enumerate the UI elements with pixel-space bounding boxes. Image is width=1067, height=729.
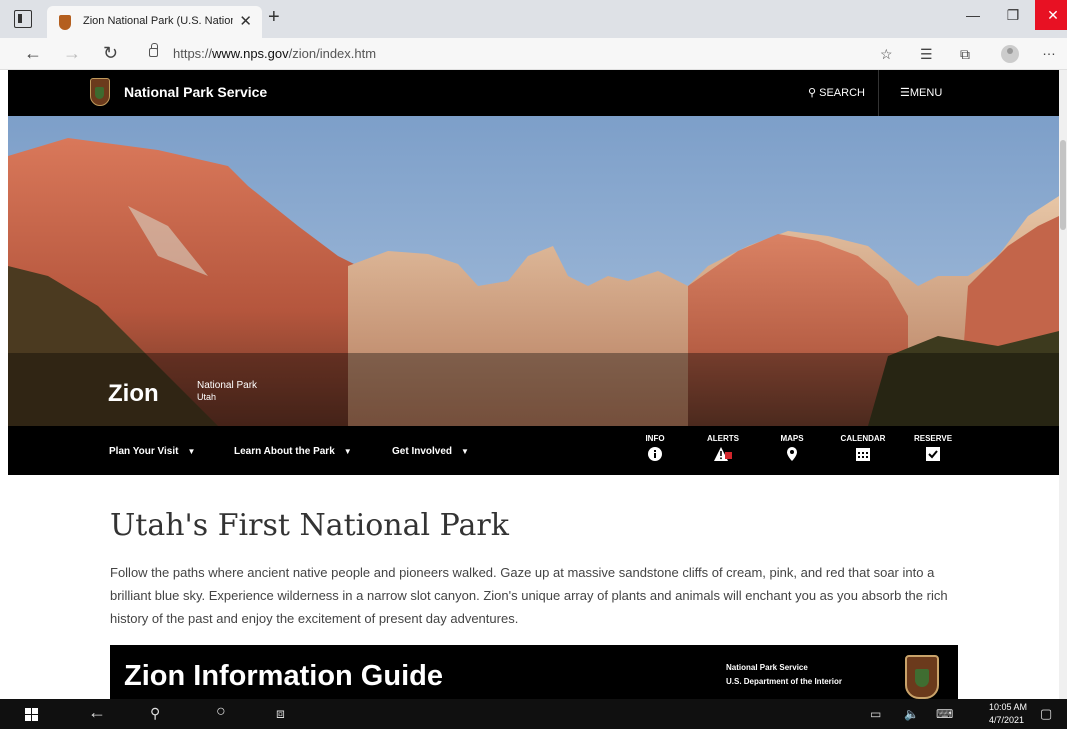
chevron-down-icon: ▼ <box>343 447 352 456</box>
nps-arrowhead-logo[interactable] <box>90 78 110 106</box>
keyboard-icon[interactable]: ⌨ <box>936 707 953 721</box>
tab-actions-icon[interactable] <box>14 10 32 28</box>
new-tab-button[interactable]: + <box>268 6 280 29</box>
hamburger-icon: ☰ <box>900 87 910 99</box>
window-close-button[interactable]: ✕ <box>1035 0 1067 30</box>
calendar-icon <box>856 448 870 461</box>
park-state: Utah <box>197 392 217 402</box>
task-view-icon[interactable]: ⧈ <box>276 705 285 722</box>
guide-department: U.S. Department of the Interior <box>726 677 843 686</box>
header-divider <box>878 70 879 116</box>
info-icon <box>648 447 662 461</box>
windows-start-icon[interactable] <box>25 708 39 721</box>
nps-arrowhead-logo <box>905 655 939 699</box>
notifications-icon[interactable]: ▢ <box>1040 706 1052 722</box>
favorites-icon[interactable]: ☰ <box>920 46 933 63</box>
chevron-down-icon: ▼ <box>187 447 196 456</box>
chevron-down-icon: ▼ <box>461 447 469 456</box>
minimize-button[interactable]: — <box>955 0 991 30</box>
back-arrow-icon[interactable]: ← <box>24 43 42 64</box>
quicklink-maps[interactable]: MAPS <box>762 434 822 466</box>
url-text[interactable]: https://www.nps.gov/zion/index.htm <box>173 46 376 61</box>
volume-icon[interactable]: 🔈 <box>904 707 919 721</box>
profile-avatar-icon[interactable] <box>1001 45 1019 63</box>
vertical-scrollbar[interactable] <box>1059 70 1067 699</box>
site-title[interactable]: National Park Service <box>124 84 267 100</box>
restore-button[interactable]: ❐ <box>995 0 1031 30</box>
refresh-icon[interactable]: ↻ <box>103 43 118 64</box>
park-designation: National Park <box>197 380 258 391</box>
park-navigation: Plan Your Visit ▼ Learn About the Park ▼ G… <box>8 426 1059 475</box>
page-title: Utah's First National Park <box>110 508 509 543</box>
network-icon[interactable]: ▭ <box>870 707 881 721</box>
tab-bar: Zion National Park (U.S. Nationa ✕ + — ❐… <box>0 0 1067 38</box>
quicklink-info[interactable]: INFO <box>625 434 685 466</box>
park-name: Zion <box>108 380 159 407</box>
nav-learn-about-the-park[interactable]: Learn About the Park ▼ <box>234 446 352 457</box>
windows-taskbar: ← ⚲ ○ ⧈ ▭ 🔈 ⌨ 10:05 AM 4/7/2021 ▢ <box>0 699 1067 729</box>
hero-title-band <box>8 353 1059 426</box>
collections-icon[interactable]: ⧉ <box>960 46 970 63</box>
info-guide-banner[interactable]: Zion Information Guide National Park Ser… <box>110 645 958 699</box>
intro-paragraph: Follow the paths where ancient native pe… <box>110 565 948 626</box>
more-options-icon[interactable]: … <box>1042 42 1056 58</box>
search-icon: ⚲ <box>808 87 817 99</box>
tab-close-icon[interactable]: ✕ <box>239 12 252 30</box>
browser-tab[interactable]: Zion National Park (U.S. Nationa ✕ <box>47 6 262 38</box>
nps-favicon-icon <box>59 15 71 30</box>
site-header: National Park Service ⚲ SEARCH ☰MENU <box>8 70 1059 116</box>
web-page: National Park Service ⚲ SEARCH ☰MENU Zio… <box>8 70 1059 699</box>
nav-plan-your-visit[interactable]: Plan Your Visit ▼ <box>109 446 195 457</box>
alert-icon <box>714 447 732 461</box>
clock-time[interactable]: 10:05 AM <box>989 702 1027 712</box>
search-icon[interactable]: ⚲ <box>150 705 160 722</box>
address-bar: ← → ↻ https://www.nps.gov/zion/index.htm… <box>0 38 1067 70</box>
scrollbar-thumb[interactable] <box>1060 140 1066 230</box>
nav-get-involved[interactable]: Get Involved ▼ <box>392 446 469 457</box>
quicklink-calendar[interactable]: CALENDAR <box>833 434 893 466</box>
guide-title: Zion Information Guide <box>124 660 443 692</box>
url-field[interactable]: https://www.nps.gov/zion/index.htm <box>140 41 880 67</box>
tab-title: Zion National Park (U.S. Nationa <box>83 15 233 27</box>
cortana-icon[interactable]: ○ <box>216 703 226 721</box>
search-button[interactable]: ⚲ SEARCH <box>808 86 865 99</box>
map-pin-icon <box>787 447 797 461</box>
guide-agency: National Park Service <box>726 663 808 672</box>
menu-button[interactable]: ☰MENU <box>900 86 942 99</box>
checkbox-icon <box>926 447 940 461</box>
lock-icon[interactable] <box>149 43 158 57</box>
clock-date[interactable]: 4/7/2021 <box>989 715 1024 725</box>
forward-arrow-icon[interactable]: → <box>63 43 81 64</box>
quicklink-reserve[interactable]: RESERVE <box>903 434 963 466</box>
hero-image: Zion National Park Utah <box>8 116 1059 426</box>
add-favorite-icon[interactable]: ☆ <box>880 46 893 63</box>
back-arrow-icon[interactable]: ← <box>88 702 106 723</box>
quicklink-alerts[interactable]: ALERTS <box>693 434 753 466</box>
